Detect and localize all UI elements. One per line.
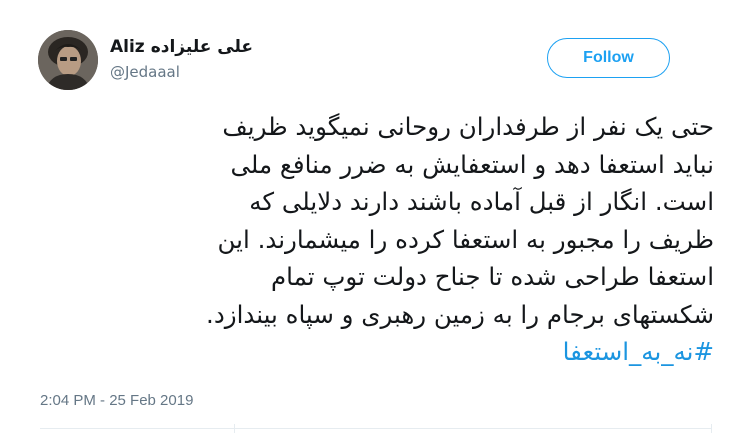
author-display-name-latin[interactable]: Aliz	[110, 37, 145, 57]
tweet-text-line: است. انگار از قبل آماده باشند دارند دلای…	[249, 187, 714, 216]
author-avatar[interactable]	[38, 30, 98, 90]
author-handle[interactable]: @Jedaaal	[110, 63, 180, 81]
tweet-text-line: حتی یک نفر از طرفداران روحانی نمیگوید ظر…	[222, 112, 714, 141]
hashtag-link[interactable]: #نه_به_استعفا	[60, 333, 714, 371]
follow-button[interactable]: Follow	[547, 38, 670, 78]
tweet-text: حتی یک نفر از طرفداران روحانی نمیگوید ظر…	[60, 108, 714, 371]
author-display-name-persian[interactable]: علی علیزاده	[151, 37, 253, 57]
card-divider	[40, 428, 712, 429]
tweet-text-line: نباید استعفا دهد و استعفایش به ضرر منافع…	[230, 149, 714, 179]
avatar-photo-icon	[38, 30, 98, 90]
divider-tick	[234, 424, 235, 433]
divider-tick	[711, 424, 712, 433]
tweet-timestamp[interactable]: 2:04 PM - 25 Feb 2019	[40, 392, 193, 409]
author-name-row[interactable]: Aliz علی علیزاده	[110, 37, 253, 57]
tweet-text-line: ظریف را مجبور به استعفا کرده را میشمارند…	[217, 224, 714, 254]
tweet-text-line: استعفا طراحی شده تا جناح دولت توپ تمام	[270, 262, 714, 291]
tweet-text-line: شکستهای برجام را به زمین رهبری و سپاه بی…	[206, 299, 714, 329]
